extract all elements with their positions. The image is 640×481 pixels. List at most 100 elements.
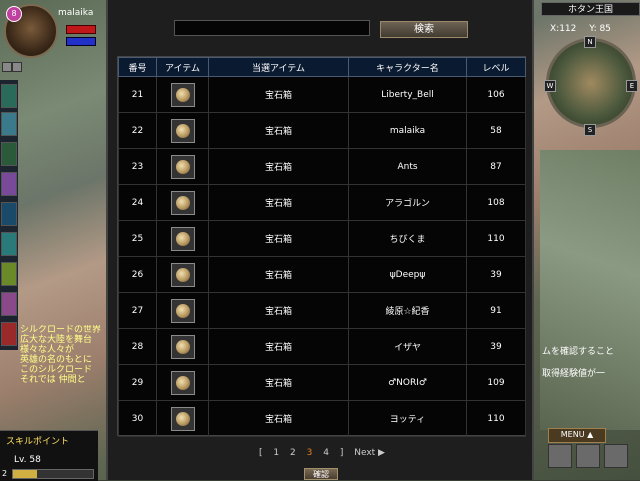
menu-button[interactable]: MENU ▲ [548, 428, 606, 443]
level-number: 2 [2, 469, 8, 478]
chat-line: それでは 仲間と [20, 375, 86, 385]
row-prize: 宝石箱 [208, 400, 349, 437]
row-level: 110 [466, 220, 526, 257]
page-link-2[interactable]: 2 [290, 448, 296, 458]
skill-slot[interactable] [1, 84, 17, 108]
skill-slot[interactable] [1, 202, 17, 226]
inventory-icon[interactable] [548, 444, 572, 468]
next-page-link[interactable]: Next ▶ [354, 448, 385, 458]
skill-slot[interactable] [1, 142, 17, 166]
compass-south-icon: S [584, 124, 596, 136]
row-number: 23 [118, 148, 157, 185]
table-row: 26 宝石箱 ψDeepψ 39 [118, 256, 526, 293]
row-level: 39 [466, 328, 526, 365]
row-character: ちびくま [348, 220, 467, 257]
jewel-box-icon[interactable] [170, 298, 195, 323]
page-link-4[interactable]: 4 [323, 448, 329, 458]
ranking-window: 検索 番号 アイテム 当選アイテム キャラクター名 レベル 21 宝石箱 Lib… [106, 0, 534, 480]
row-character: ヨッティ [348, 400, 467, 437]
chat-line: 様々な人々が [20, 345, 75, 355]
level-label: Lv. 58 [14, 455, 41, 465]
chat-line: シルクロードの世界 [20, 325, 102, 335]
quick-skill-bar [0, 80, 18, 350]
coord-y: Y: 85 [589, 24, 611, 34]
pager-open-bracket: [ [259, 448, 263, 458]
compass-east-icon: E [626, 80, 638, 92]
row-character: 綾原☆紀香 [348, 292, 467, 329]
jewel-box-icon[interactable] [170, 190, 195, 215]
row-number: 26 [118, 256, 157, 293]
row-character: イザヤ [348, 328, 467, 365]
row-number: 24 [118, 184, 157, 221]
page-link-1[interactable]: 1 [273, 448, 279, 458]
hp-bar [66, 25, 96, 34]
row-prize: 宝石箱 [208, 292, 349, 329]
pager-close-bracket: ] [339, 448, 344, 458]
jewel-box-icon[interactable] [170, 154, 195, 179]
table-row: 21 宝石箱 Liberty_Bell 106 [118, 76, 526, 113]
chat-line: このシルクロード [20, 365, 93, 375]
row-number: 25 [118, 220, 157, 257]
hud-toggle-button[interactable] [12, 62, 22, 72]
skill-icon[interactable] [604, 444, 628, 468]
table-row: 23 宝石箱 Ants 87 [118, 148, 526, 185]
row-character: malaika [348, 112, 467, 149]
character-icon[interactable] [576, 444, 600, 468]
right-chat-log: ムを確認すること 取得経験値が一 [542, 346, 640, 380]
confirm-button[interactable]: 確認 [304, 468, 338, 480]
header-number: 番号 [118, 57, 157, 77]
menu-icon-bar [546, 444, 640, 474]
table-row: 24 宝石箱 アラゴルン 108 [118, 184, 526, 221]
row-level: 106 [466, 76, 526, 113]
chat-line: 英雄の名のもとに [20, 355, 92, 365]
jewel-box-icon[interactable] [170, 82, 195, 107]
jewel-box-icon[interactable] [170, 226, 195, 251]
compass-west-icon: W [544, 80, 556, 92]
row-prize: 宝石箱 [208, 76, 349, 113]
jewel-box-icon[interactable] [170, 406, 195, 431]
pagination: [ 1 2 3 4 ] Next ▶ [108, 448, 536, 458]
page-link-current[interactable]: 3 [307, 448, 313, 458]
search-button[interactable]: 検索 [380, 21, 468, 38]
row-prize: 宝石箱 [208, 256, 349, 293]
skill-slot[interactable] [1, 322, 17, 346]
minimap[interactable] [546, 38, 636, 128]
row-character: ψDeepψ [348, 256, 467, 293]
jewel-box-icon[interactable] [170, 370, 195, 395]
coord-x: X:112 [550, 24, 577, 34]
row-prize: 宝石箱 [208, 328, 349, 365]
header-character: キャラクター名 [348, 57, 467, 77]
row-prize: 宝石箱 [208, 220, 349, 257]
skill-slot[interactable] [1, 292, 17, 316]
skill-slot[interactable] [1, 112, 17, 136]
row-level: 109 [466, 364, 526, 401]
exp-fill [13, 470, 37, 478]
hud-toggle-button[interactable] [2, 62, 12, 72]
table-row: 29 宝石箱 ♂NORI♂ 109 [118, 364, 526, 401]
row-number: 27 [118, 292, 157, 329]
skill-slot[interactable] [1, 232, 17, 256]
jewel-box-icon[interactable] [170, 118, 195, 143]
row-character: アラゴルン [348, 184, 467, 221]
jewel-box-icon[interactable] [170, 334, 195, 359]
header-item: アイテム [156, 57, 209, 77]
row-level: 110 [466, 400, 526, 437]
row-level: 39 [466, 256, 526, 293]
portrait-badge: 8 [6, 6, 22, 22]
jewel-box-icon[interactable] [170, 262, 195, 287]
skill-slot[interactable] [1, 262, 17, 286]
character-portrait[interactable]: 8 [4, 4, 58, 58]
row-prize: 宝石箱 [208, 184, 349, 221]
skill-slot[interactable] [1, 172, 17, 196]
compass-north-icon: N [584, 36, 596, 48]
search-input[interactable] [174, 20, 370, 36]
table-row: 28 宝石箱 イザヤ 39 [118, 328, 526, 365]
row-character: Ants [348, 148, 467, 185]
character-name: malaika [58, 8, 94, 18]
table-row: 30 宝石箱 ヨッティ 110 [118, 400, 526, 437]
table-row: 25 宝石箱 ちびくま 110 [118, 220, 526, 257]
chat-line: 広大な大陸を舞台 [20, 335, 93, 345]
row-prize: 宝石箱 [208, 112, 349, 149]
game-world-right [540, 150, 640, 430]
winner-table: 番号 アイテム 当選アイテム キャラクター名 レベル 21 宝石箱 Libert… [117, 56, 526, 437]
